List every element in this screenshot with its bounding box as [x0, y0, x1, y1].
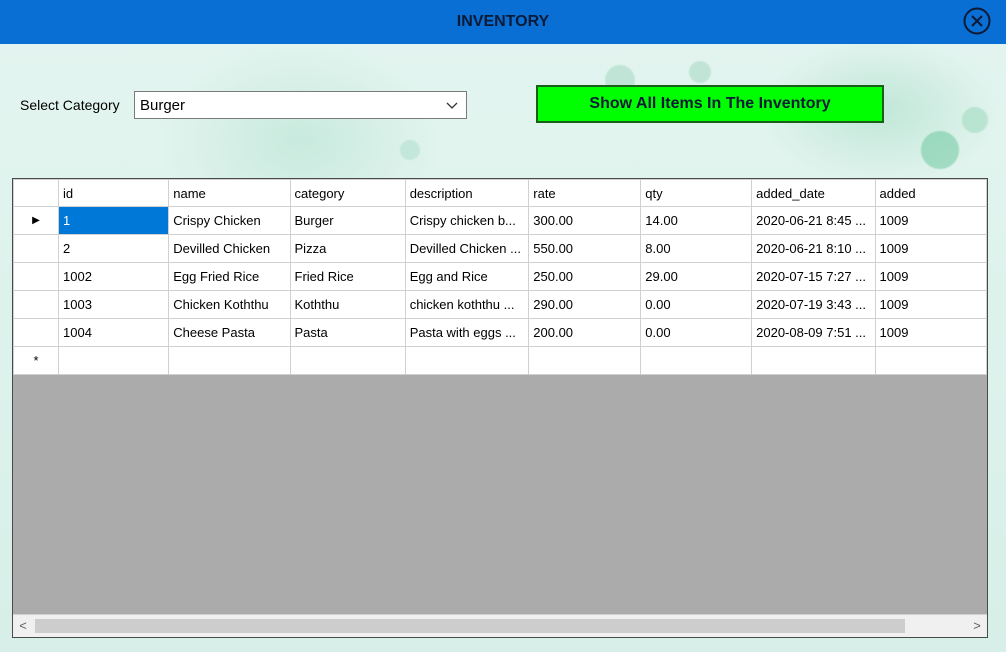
table-cell[interactable]: Crispy chicken b...	[404, 206, 530, 235]
column-header-name[interactable]: name	[168, 179, 291, 207]
table-cell[interactable]: Pasta with eggs ...	[404, 318, 530, 347]
row-header-cell[interactable]	[13, 262, 59, 291]
table-cell[interactable]	[289, 346, 406, 375]
table-cell[interactable]: Cheese Pasta	[168, 318, 291, 347]
column-header-qty[interactable]: qty	[640, 179, 753, 207]
new-row[interactable]: *	[13, 346, 987, 375]
table-cell[interactable]: 29.00	[640, 262, 753, 291]
table-cell[interactable]: Pasta	[289, 318, 406, 347]
inventory-grid[interactable]: id name category description rate qty ad…	[12, 178, 988, 638]
select-category-label: Select Category	[20, 97, 120, 113]
chevron-down-icon[interactable]	[446, 98, 458, 112]
table-cell[interactable]: 2	[57, 234, 170, 263]
table-cell[interactable]	[640, 346, 753, 375]
current-row-indicator-icon[interactable]: ▶	[13, 206, 59, 235]
row-header-cell[interactable]	[13, 290, 59, 319]
column-header-category[interactable]: category	[289, 179, 406, 207]
inventory-table: id name category description rate qty ad…	[13, 179, 987, 375]
scroll-right-icon[interactable]: >	[967, 615, 987, 637]
table-cell[interactable]: 0.00	[640, 290, 753, 319]
table-cell[interactable]: Burger	[289, 206, 406, 235]
table-cell[interactable]: Pizza	[289, 234, 406, 263]
table-cell[interactable]: 1003	[57, 290, 170, 319]
column-header-added[interactable]: added	[874, 179, 987, 207]
new-row-indicator-icon[interactable]: *	[13, 346, 59, 375]
show-all-items-button[interactable]: Show All Items In The Inventory	[536, 85, 884, 123]
column-header-added-date[interactable]: added_date	[751, 179, 876, 207]
table-cell[interactable]: 550.00	[528, 234, 642, 263]
corner-header-cell[interactable]	[13, 179, 59, 207]
header-row: id name category description rate qty ad…	[13, 179, 987, 207]
table-cell[interactable]: 1009	[874, 206, 987, 235]
table-cell[interactable]: 1	[57, 206, 170, 235]
table-cell[interactable]	[404, 346, 530, 375]
table-cell[interactable]: 1009	[874, 290, 987, 319]
table-cell[interactable]: 250.00	[528, 262, 642, 291]
category-select[interactable]: Burger	[134, 91, 467, 119]
table-cell[interactable]: 200.00	[528, 318, 642, 347]
table-row[interactable]: ▶ 1 Crispy Chicken Burger Crispy chicken…	[13, 206, 987, 235]
column-header-description[interactable]: description	[404, 179, 530, 207]
table-cell[interactable]: 1009	[874, 318, 987, 347]
table-cell[interactable]: 1004	[57, 318, 170, 347]
table-cell[interactable]: Devilled Chicken ...	[404, 234, 530, 263]
row-header-cell[interactable]	[13, 234, 59, 263]
table-cell[interactable]: Devilled Chicken	[168, 234, 291, 263]
table-cell[interactable]: Koththu	[289, 290, 406, 319]
scrollbar-thumb[interactable]	[35, 619, 905, 633]
table-cell[interactable]	[751, 346, 876, 375]
row-header-cell[interactable]	[13, 318, 59, 347]
table-cell[interactable]: Egg Fried Rice	[168, 262, 291, 291]
horizontal-scrollbar[interactable]: < >	[13, 614, 987, 637]
table-cell[interactable]: 300.00	[528, 206, 642, 235]
table-cell[interactable]: 1009	[874, 234, 987, 263]
table-cell[interactable]: Chicken Koththu	[168, 290, 291, 319]
table-cell[interactable]	[528, 346, 642, 375]
table-cell[interactable]: 8.00	[640, 234, 753, 263]
table-cell[interactable]	[874, 346, 987, 375]
scroll-left-icon[interactable]: <	[13, 615, 33, 637]
window-title: INVENTORY	[456, 13, 550, 30]
table-cell[interactable]: Egg and Rice	[404, 262, 530, 291]
table-row[interactable]: 2 Devilled Chicken Pizza Devilled Chicke…	[13, 234, 987, 263]
table-cell[interactable]: Fried Rice	[289, 262, 406, 291]
table-row[interactable]: 1002 Egg Fried Rice Fried Rice Egg and R…	[13, 262, 987, 291]
table-cell[interactable]: 2020-06-21 8:10 ...	[751, 234, 876, 263]
table-cell[interactable]: 2020-06-21 8:45 ...	[751, 206, 876, 235]
table-cell[interactable]: 1009	[874, 262, 987, 291]
table-cell[interactable]: 2020-07-19 3:43 ...	[751, 290, 876, 319]
column-header-id[interactable]: id	[57, 179, 170, 207]
table-cell[interactable]: 1002	[57, 262, 170, 291]
table-cell[interactable]: Crispy Chicken	[168, 206, 291, 235]
category-select-value: Burger	[140, 97, 186, 114]
table-cell[interactable]: 0.00	[640, 318, 753, 347]
table-cell[interactable]	[168, 346, 291, 375]
column-header-rate[interactable]: rate	[528, 179, 642, 207]
close-icon[interactable]	[963, 7, 991, 35]
table-cell[interactable]: 2020-07-15 7:27 ...	[751, 262, 876, 291]
table-cell[interactable]	[57, 346, 170, 375]
table-row[interactable]: 1004 Cheese Pasta Pasta Pasta with eggs …	[13, 318, 987, 347]
table-row[interactable]: 1003 Chicken Koththu Koththu chicken kot…	[13, 290, 987, 319]
table-cell[interactable]: 14.00	[640, 206, 753, 235]
table-cell[interactable]: chicken koththu ...	[404, 290, 530, 319]
table-cell[interactable]: 290.00	[528, 290, 642, 319]
table-cell[interactable]: 2020-08-09 7:51 ...	[751, 318, 876, 347]
